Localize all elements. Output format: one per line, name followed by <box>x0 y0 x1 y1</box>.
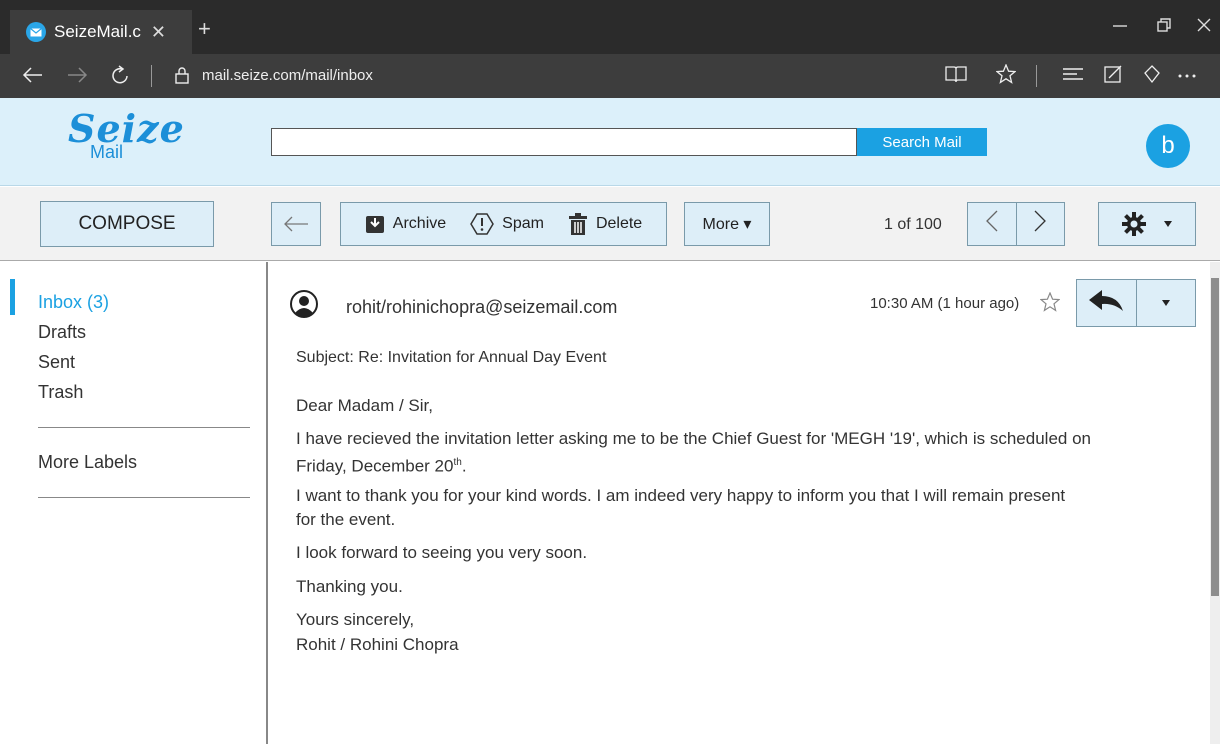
more-actions-dropdown[interactable]: More ▾ <box>684 202 770 246</box>
active-folder-indicator <box>10 279 15 315</box>
spam-label: Spam <box>502 215 544 232</box>
search-input[interactable] <box>271 128 857 156</box>
sidebar-item-trash[interactable]: Trash <box>38 382 83 403</box>
more-labels-link[interactable]: More Labels <box>38 452 137 473</box>
address-bar: mail.seize.com/mail/inbox <box>0 54 1220 98</box>
archive-icon <box>365 216 384 233</box>
share-icon[interactable] <box>1142 64 1162 90</box>
message-greeting: Dear Madam / Sir, <box>296 396 433 415</box>
spam-warning-icon <box>470 213 495 235</box>
sidebar-divider <box>38 427 250 428</box>
forward-arrow-icon[interactable] <box>66 64 88 92</box>
message-subject: Subject: Re: Invitation for Annual Day E… <box>296 349 607 366</box>
caret-down-icon <box>1161 300 1170 306</box>
address-separator <box>151 65 152 87</box>
previous-page-button[interactable] <box>968 210 1016 238</box>
message-signature: Rohit / Rohini Chopra <box>296 635 459 654</box>
account-avatar[interactable]: b <box>1146 124 1190 168</box>
tab-close-icon[interactable]: ✕ <box>151 22 166 43</box>
sender-avatar-icon <box>290 290 318 318</box>
message-view: rohit/rohinichopra@seizemail.com 10:30 A… <box>270 262 1210 744</box>
date-ordinal-suffix: th <box>453 457 462 468</box>
star-icon[interactable] <box>1039 291 1061 318</box>
pagination-count: 1 of 100 <box>884 216 942 233</box>
reply-button[interactable] <box>1077 289 1136 317</box>
message-paragraph: I have recieved the invitation letter as… <box>296 429 1091 448</box>
refresh-icon[interactable] <box>110 64 132 92</box>
message-paragraph: I want to thank you for your kind words.… <box>296 486 1066 505</box>
seize-mail-logo[interactable]: Seize Mail <box>64 106 194 166</box>
message-paragraph-continued: for the event. <box>296 510 396 529</box>
pagination-controls <box>967 202 1065 246</box>
more-options-icon[interactable] <box>1176 62 1198 90</box>
chevron-right-icon <box>1034 210 1047 232</box>
reading-view-icon[interactable] <box>944 64 968 90</box>
mail-toolbar: COMPOSE Archive Spam Delete More ▾ 1 of … <box>0 187 1220 261</box>
lock-icon <box>174 66 190 89</box>
tab-title: SeizeMail.c <box>54 22 141 41</box>
sidebar-item-inbox[interactable]: Inbox (3) <box>38 292 109 313</box>
message-closing: Yours sincerely, <box>296 610 415 629</box>
message-timestamp: 10:30 AM (1 hour ago) <box>870 295 1020 312</box>
folder-sidebar: Inbox (3) Drafts Sent Trash More Labels <box>0 262 268 744</box>
toolbar-separator <box>1036 65 1037 87</box>
sidebar-item-sent[interactable]: Sent <box>38 352 75 373</box>
compose-button[interactable]: COMPOSE <box>40 201 214 247</box>
message-date-period: . <box>461 456 467 476</box>
chevron-left-icon <box>985 210 998 232</box>
message-paragraph: Thanking you. <box>296 577 403 596</box>
browser-tab[interactable]: SeizeMail.c ✕ <box>10 10 192 54</box>
trash-icon <box>568 213 587 235</box>
caret-down-icon <box>1164 221 1172 227</box>
reply-options-dropdown[interactable] <box>1137 294 1196 312</box>
delete-button[interactable]: Delete <box>568 213 642 235</box>
back-to-inbox-button[interactable] <box>271 202 321 246</box>
sidebar-item-drafts[interactable]: Drafts <box>38 322 86 343</box>
message-paragraph: I look forward to seeing you very soon. <box>296 543 588 562</box>
message-paragraph-continued: Friday, December 20th. <box>296 451 1196 479</box>
scrollbar-thumb[interactable] <box>1211 278 1219 596</box>
hub-icon[interactable] <box>1062 64 1084 90</box>
mail-envelope-icon <box>26 22 46 42</box>
new-tab-icon[interactable]: + <box>198 18 211 40</box>
sender-email: rohit/rohinichopra@seizemail.com <box>346 297 618 317</box>
logo-wordmark: Seize <box>68 106 185 151</box>
app-header: Seize Mail Search Mail b <box>0 98 1220 186</box>
restore-icon[interactable] <box>1156 17 1172 38</box>
delete-label: Delete <box>595 215 643 232</box>
search-mail-button[interactable]: Search Mail <box>857 128 987 156</box>
archive-button[interactable]: Archive <box>365 214 446 234</box>
spam-button[interactable]: Spam <box>470 213 544 235</box>
url-field[interactable]: mail.seize.com/mail/inbox <box>202 67 373 84</box>
favorite-star-icon[interactable] <box>995 63 1017 90</box>
gear-icon <box>1122 212 1146 236</box>
browser-tab-bar: SeizeMail.c ✕ + <box>0 0 1220 54</box>
next-page-button[interactable] <box>1017 210 1065 238</box>
logo-subtext: Mail <box>90 142 124 162</box>
settings-button[interactable] <box>1098 202 1196 246</box>
message-date-text: Friday, December 20 <box>296 456 454 476</box>
minimize-icon[interactable] <box>1112 17 1128 38</box>
back-arrow-icon[interactable] <box>22 64 44 92</box>
message-action-group: Archive Spam Delete <box>340 202 667 246</box>
archive-label: Archive <box>392 215 447 232</box>
back-arrow-icon <box>284 216 308 232</box>
sidebar-divider <box>38 497 250 498</box>
reply-arrow-icon <box>1089 289 1124 311</box>
web-note-icon[interactable] <box>1104 64 1124 90</box>
window-close-icon[interactable] <box>1196 17 1212 38</box>
reply-button-group <box>1076 279 1196 327</box>
